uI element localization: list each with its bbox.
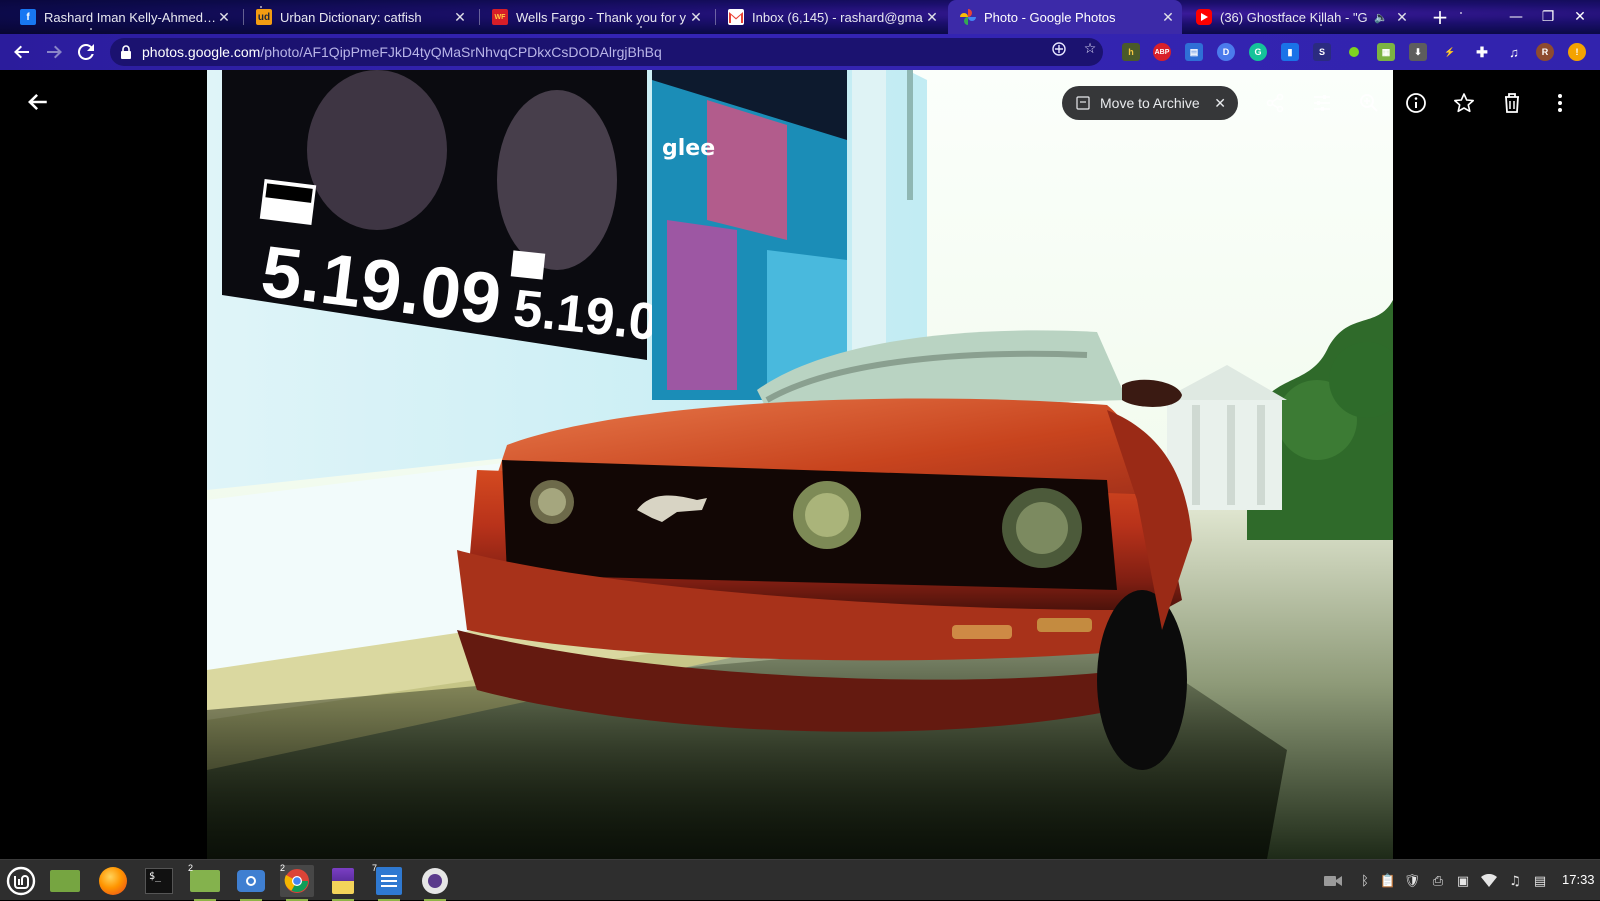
tab-gmail[interactable]: Inbox (6,145) - rashard@gma ✕ bbox=[716, 0, 946, 34]
mint-menu-icon[interactable] bbox=[4, 865, 38, 897]
extension-status-dot-icon[interactable] bbox=[1345, 43, 1363, 61]
extension-download-icon[interactable]: ⬇ bbox=[1409, 43, 1427, 61]
window-count-badge: 2 bbox=[188, 863, 194, 873]
wifi-icon[interactable] bbox=[1480, 872, 1498, 890]
sticky-notes-icon[interactable] bbox=[326, 865, 360, 901]
url-host: photos.google.com bbox=[142, 44, 261, 60]
tab-urban-dictionary[interactable]: ud Urban Dictionary: catfish ✕ bbox=[244, 0, 474, 34]
terminal-icon[interactable]: $_ bbox=[142, 865, 176, 897]
photo-image[interactable]: 5.19.09 5.19.09 glee bbox=[207, 70, 1393, 859]
restore-icon[interactable]: ❐ bbox=[1536, 6, 1560, 28]
speaker-icon: 🔈 bbox=[1374, 11, 1388, 24]
tab-facebook[interactable]: f Rashard Iman Kelly-Ahmed O ✕ bbox=[8, 0, 238, 34]
close-icon[interactable]: ✕ bbox=[216, 9, 232, 25]
google-photos-icon bbox=[960, 9, 976, 25]
reload-icon[interactable] bbox=[74, 40, 98, 64]
shield-update-icon[interactable]: 🛡 bbox=[1403, 872, 1421, 890]
text-editor-icon[interactable]: 7 bbox=[372, 863, 406, 901]
youtube-icon bbox=[1196, 9, 1212, 25]
poster-glee-label: glee bbox=[662, 136, 715, 161]
adblock-plus-icon[interactable]: ABP bbox=[1153, 43, 1171, 61]
zoom-in-icon[interactable] bbox=[1356, 90, 1382, 116]
extension-honey-icon[interactable]: h bbox=[1122, 43, 1140, 61]
tab-title: Inbox (6,145) - rashard@gma bbox=[752, 9, 923, 25]
screenshot-camera-icon[interactable] bbox=[234, 865, 268, 901]
tab-title: Rashard Iman Kelly-Ahmed O bbox=[44, 9, 216, 25]
edit-sliders-icon[interactable] bbox=[1309, 90, 1335, 116]
extension-reader-icon[interactable]: ▤ bbox=[1185, 43, 1203, 61]
clipboard-icon[interactable]: 📋 bbox=[1379, 872, 1397, 890]
address-bar[interactable]: photos.google.com/photo/AF1QipPmeFJkD4ty… bbox=[110, 38, 1103, 66]
extension-sheet-icon[interactable]: ▦ bbox=[1377, 43, 1395, 61]
window-count-badge: 7 bbox=[372, 863, 378, 873]
more-options-icon[interactable] bbox=[1547, 90, 1573, 116]
lock-icon bbox=[121, 45, 131, 59]
window-close-icon[interactable]: ✕ bbox=[1568, 6, 1592, 28]
extension-bookmark-icon[interactable]: ▮ bbox=[1281, 43, 1299, 61]
favorite-star-icon[interactable] bbox=[1451, 90, 1477, 116]
update-alert-icon[interactable]: ! bbox=[1568, 43, 1586, 61]
move-to-archive-label: Move to Archive bbox=[1100, 95, 1200, 111]
printer-icon[interactable]: ⎙ bbox=[1429, 872, 1447, 890]
tab-title: (36) Ghostface Killah - "G bbox=[1220, 9, 1368, 25]
forward-arrow-icon[interactable] bbox=[42, 40, 66, 64]
tab-youtube[interactable]: (36) Ghostface Killah - "G 🔈 ✕ bbox=[1184, 0, 1416, 34]
close-icon[interactable]: ✕ bbox=[1214, 95, 1226, 112]
move-to-archive-chip[interactable]: Move to Archive ✕ bbox=[1062, 86, 1238, 120]
music-note-icon[interactable]: ♫ bbox=[1506, 872, 1524, 890]
chrome-icon[interactable]: 2 bbox=[280, 863, 314, 901]
gmail-icon bbox=[728, 9, 744, 25]
browser-toolbar: photos.google.com/photo/AF1QipPmeFJkD4ty… bbox=[0, 34, 1600, 70]
extension-chart-icon[interactable]: ⚡ bbox=[1441, 43, 1459, 61]
tab-google-photos[interactable]: Photo - Google Photos ✕ bbox=[948, 0, 1182, 34]
back-arrow-icon[interactable] bbox=[10, 40, 34, 64]
facebook-icon: f bbox=[20, 9, 36, 25]
url-text: photos.google.com/photo/AF1QipPmeFJkD4ty… bbox=[142, 44, 662, 60]
tab-title: Wells Fargo - Thank you for y bbox=[516, 9, 687, 25]
close-icon[interactable]: ✕ bbox=[452, 9, 468, 25]
trash-icon[interactable] bbox=[1499, 90, 1525, 116]
grammarly-icon[interactable]: G bbox=[1249, 43, 1267, 61]
notes-icon[interactable]: ▤ bbox=[1531, 872, 1549, 890]
browser-tab-strip: f Rashard Iman Kelly-Ahmed O ✕ ud Urban … bbox=[0, 0, 1600, 34]
extensions-puzzle-icon[interactable]: ✚ bbox=[1473, 43, 1491, 61]
share-icon[interactable] bbox=[1262, 90, 1288, 116]
close-icon[interactable]: ✕ bbox=[1160, 9, 1176, 25]
storage-icon[interactable]: ▣ bbox=[1454, 872, 1472, 890]
extension-s-icon[interactable]: S bbox=[1313, 43, 1331, 61]
files-folder-icon[interactable]: 2 bbox=[188, 863, 222, 901]
photo-canvas: 5.19.09 5.19.09 glee bbox=[207, 70, 1393, 859]
install-app-icon[interactable] bbox=[1050, 40, 1068, 58]
profile-avatar[interactable]: R bbox=[1536, 43, 1554, 61]
archive-icon bbox=[1076, 96, 1090, 110]
urban-dictionary-icon: ud bbox=[256, 9, 272, 25]
new-tab-button[interactable]: + bbox=[1428, 5, 1452, 29]
close-icon[interactable]: ✕ bbox=[688, 9, 704, 25]
url-path: /photo/AF1QipPmeFJkD4tyQMaSrNhvqCPDkxCsD… bbox=[260, 44, 662, 60]
photo-viewer: 5.19.09 5.19.09 glee Move to Archive ✕ bbox=[0, 70, 1600, 859]
close-icon[interactable]: ✕ bbox=[924, 9, 940, 25]
bookmark-star-icon[interactable]: ☆ bbox=[1081, 40, 1099, 58]
video-camera-icon[interactable] bbox=[1324, 872, 1342, 890]
close-icon[interactable]: ✕ bbox=[1394, 9, 1410, 25]
extension-d-icon[interactable]: D bbox=[1217, 43, 1235, 61]
firefox-icon[interactable] bbox=[96, 865, 130, 897]
tab-title: Photo - Google Photos bbox=[984, 9, 1116, 25]
info-icon[interactable] bbox=[1403, 90, 1429, 116]
window-count-badge: 2 bbox=[280, 863, 286, 873]
taskbar-clock[interactable]: 17:33 bbox=[1562, 872, 1595, 887]
webcam-app-icon[interactable] bbox=[418, 865, 452, 901]
minimize-icon[interactable]: — bbox=[1504, 6, 1528, 28]
media-controls-icon[interactable]: ♫ bbox=[1505, 43, 1523, 61]
tab-wells-fargo[interactable]: WF Wells Fargo - Thank you for y ✕ bbox=[480, 0, 710, 34]
bluetooth-icon[interactable]: ᛒ bbox=[1356, 872, 1374, 890]
wells-fargo-icon: WF bbox=[492, 9, 508, 25]
show-desktop-icon[interactable] bbox=[48, 865, 82, 897]
desktop-taskbar: $_ 2 2 7 ᛒ 📋 🛡 ⎙ ▣ ♫ ▤ 17:33 bbox=[0, 859, 1600, 901]
tab-title: Urban Dictionary: catfish bbox=[280, 9, 422, 25]
back-arrow-icon[interactable] bbox=[24, 88, 52, 116]
